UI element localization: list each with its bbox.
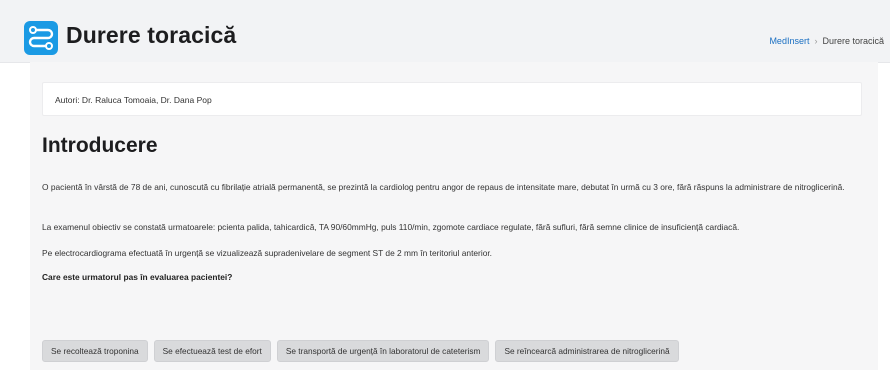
breadcrumb-separator-icon: › [814,36,818,46]
option-cath-lab-button[interactable]: Se transportă de urgență în laboratorul … [276,340,490,362]
content-area: Autori: Dr. Raluca Tomoaia, Dr. Dana Pop… [30,62,878,370]
answer-options: Se recoltează troponina Se efectuează te… [42,340,679,362]
breadcrumb-link-medinsert[interactable]: MedInsert [769,36,809,46]
page: Durere toracică MedInsert › Durere toracic… [0,0,890,370]
breadcrumb: MedInsert › Durere toracică [769,36,884,46]
route-icon [24,21,58,55]
authors-text: Autori: Dr. Raluca Tomoaia, Dr. Dana Pop [55,95,212,105]
breadcrumb-current: Durere toracică [822,36,884,46]
authors-box: Autori: Dr. Raluca Tomoaia, Dr. Dana Pop [42,82,862,116]
option-troponin-button[interactable]: Se recoltează troponina [42,340,148,362]
case-paragraph: La examenul obiectiv se constată urmatoa… [42,222,740,232]
header-bar: Durere toracică MedInsert › Durere toracic… [0,0,890,63]
case-paragraph: O pacientă în vârstă de 78 de ani, cunos… [42,182,845,192]
option-stress-test-button[interactable]: Se efectuează test de efort [153,340,271,362]
page-title: Durere toracică [66,22,237,48]
section-title: Introducere [42,134,158,157]
option-nitroglycerin-button[interactable]: Se reîncearcă administrarea de nitroglic… [495,340,679,362]
case-question: Care este urmatorul pas în evaluarea pac… [42,272,233,282]
case-paragraph: Pe electrocardiograma efectuată în urgen… [42,248,493,258]
